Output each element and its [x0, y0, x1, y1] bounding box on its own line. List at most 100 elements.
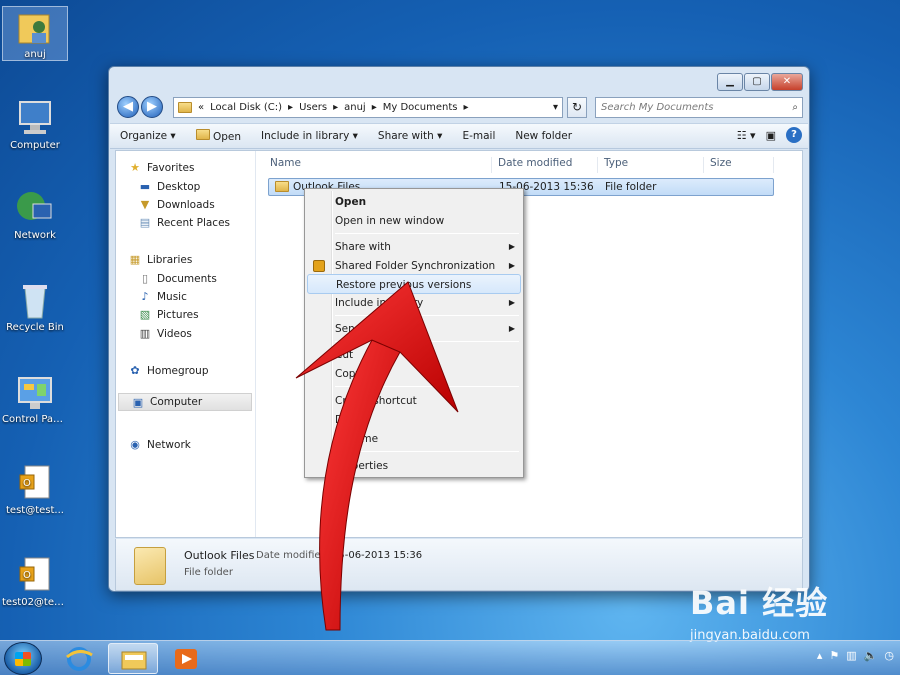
menu-separator: [335, 233, 519, 234]
outlook-data-file-icon: O: [15, 463, 55, 503]
change-view-icon[interactable]: ☷ ▾: [737, 129, 756, 142]
outlook-data-file-icon: O: [15, 555, 55, 595]
nav-downloads[interactable]: ▼ Downloads: [138, 198, 215, 211]
search-icon[interactable]: ⌕: [792, 98, 798, 117]
preview-pane-icon[interactable]: ▣: [766, 129, 776, 142]
nav-documents[interactable]: ▯ Documents: [138, 272, 217, 285]
breadcrumb-local-disk[interactable]: Local Disk (C:): [210, 102, 282, 113]
nav-homegroup[interactable]: ✿ Homegroup: [128, 364, 208, 377]
nav-recent-places[interactable]: ▤ Recent Places: [138, 216, 230, 229]
submenu-arrow-icon: ▶: [508, 242, 515, 251]
column-header-date-modified[interactable]: Date modified: [492, 157, 598, 173]
new-folder-button[interactable]: New folder: [505, 130, 582, 142]
maximize-button[interactable]: ▢: [744, 73, 770, 91]
desktop-icon-network[interactable]: Network: [2, 188, 68, 241]
nav-computer[interactable]: ▣ Computer: [118, 393, 252, 411]
taskbar-windows-explorer[interactable]: [108, 643, 158, 674]
media-player-icon: [175, 649, 197, 669]
menu-item-open[interactable]: Open: [307, 192, 521, 212]
nav-desktop[interactable]: ▬ Desktop: [138, 180, 201, 193]
address-dropdown-button[interactable]: ▾: [553, 102, 558, 113]
menu-item-send-to[interactable]: Send to ▶: [307, 319, 521, 339]
menu-item-create-shortcut[interactable]: Create shortcut: [307, 391, 521, 411]
desktop-icon-pst-file-2[interactable]: O test02@test...: [2, 555, 68, 608]
action-center-icon[interactable]: ⚑: [829, 649, 839, 662]
start-button[interactable]: [4, 642, 42, 675]
nav-network[interactable]: ◉ Network: [128, 438, 191, 451]
column-header-size[interactable]: Size: [704, 157, 774, 173]
back-button[interactable]: ◀: [117, 96, 139, 118]
desktop-icon-control-panel[interactable]: Control Panel: [2, 372, 68, 425]
menu-item-cut[interactable]: Cut: [307, 345, 521, 365]
svg-text:O: O: [23, 478, 31, 489]
folder-icon: [178, 102, 192, 113]
computer-icon: ▣: [132, 395, 144, 409]
network-status-icon[interactable]: ▥: [846, 649, 856, 662]
windows-logo-icon: [15, 652, 31, 666]
menu-item-shared-folder-sync[interactable]: Shared Folder Synchronization ▶: [307, 256, 521, 276]
refresh-button[interactable]: ↻: [567, 97, 587, 118]
forward-button[interactable]: ▶: [141, 96, 163, 118]
taskbar-media-player[interactable]: [162, 643, 212, 674]
breadcrumb-separator[interactable]: ▸: [333, 102, 338, 113]
breadcrumb-separator[interactable]: ▸: [464, 102, 469, 113]
menu-item-include-in-library[interactable]: Include in library ▶: [307, 293, 521, 313]
open-button[interactable]: Open: [186, 129, 251, 143]
nav-favorites[interactable]: ★ Favorites: [128, 161, 194, 174]
system-tray: ▴ ⚑ ▥ 🔈 ◷: [817, 649, 894, 662]
details-type: File folder: [184, 567, 233, 578]
search-input[interactable]: Search My Documents ⌕: [595, 97, 803, 118]
volume-icon[interactable]: 🔈: [864, 649, 878, 662]
videos-icon: ▥: [139, 327, 151, 340]
close-button[interactable]: ✕: [771, 73, 803, 91]
taskbar: ▴ ⚑ ▥ 🔈 ◷: [0, 640, 900, 675]
watermark-brand: Bai 经验: [690, 584, 829, 622]
menu-item-open-new-window[interactable]: Open in new window: [307, 211, 521, 231]
include-in-library-button[interactable]: Include in library ▾: [251, 130, 368, 142]
star-icon: ★: [130, 161, 140, 174]
desktop: anuj Computer Network Recycle Bin Contro…: [0, 0, 900, 675]
breadcrumb-anuj[interactable]: anuj: [344, 102, 366, 113]
breadcrumb-users[interactable]: Users: [299, 102, 327, 113]
desktop-icon: ▬: [139, 180, 151, 193]
clock-icon[interactable]: ◷: [884, 649, 894, 662]
details-date: 15-06-2013 15:36: [332, 550, 423, 561]
menu-item-delete[interactable]: Delete: [307, 410, 521, 430]
minimize-button[interactable]: ▁: [717, 73, 743, 91]
menu-item-copy[interactable]: Copy: [307, 364, 521, 384]
internet-explorer-icon: [66, 647, 93, 671]
taskbar-internet-explorer[interactable]: [54, 643, 104, 674]
email-button[interactable]: E-mail: [452, 130, 505, 142]
menu-item-share-with[interactable]: Share with ▶: [307, 237, 521, 257]
address-bar[interactable]: « Local Disk (C:) ▸ Users ▸ anuj ▸ My Do…: [173, 97, 563, 118]
recycle-bin-icon: [15, 280, 55, 320]
organize-button[interactable]: Organize ▾: [110, 130, 186, 142]
menu-item-rename[interactable]: Rename: [307, 429, 521, 449]
breadcrumb-separator[interactable]: ▸: [372, 102, 377, 113]
help-icon[interactable]: ?: [786, 127, 802, 143]
desktop-icon-pst-file-1[interactable]: O test@test...: [2, 463, 68, 516]
breadcrumb-separator[interactable]: ▸: [288, 102, 293, 113]
nav-pictures[interactable]: ▧ Pictures: [138, 308, 199, 321]
column-header-type[interactable]: Type: [598, 157, 704, 173]
nav-videos[interactable]: ▥ Videos: [138, 327, 192, 340]
documents-icon: ▯: [141, 272, 149, 285]
address-overflow[interactable]: «: [198, 102, 204, 113]
nav-libraries[interactable]: ▦ Libraries: [128, 253, 193, 266]
share-with-button[interactable]: Share with ▾: [368, 130, 453, 142]
desktop-icon-user-folder[interactable]: anuj: [2, 6, 68, 61]
desktop-icon-recycle-bin[interactable]: Recycle Bin: [2, 280, 68, 333]
downloads-icon: ▼: [140, 198, 150, 211]
nav-music[interactable]: ♪ Music: [138, 290, 186, 303]
menu-item-restore-previous-versions[interactable]: Restore previous versions: [307, 274, 521, 294]
show-hidden-icons-icon[interactable]: ▴: [817, 649, 823, 662]
menu-item-properties[interactable]: Properties: [307, 456, 521, 476]
menu-separator: [335, 451, 519, 452]
column-header-name[interactable]: Name: [264, 157, 492, 173]
desktop-icon-computer[interactable]: Computer: [2, 98, 68, 151]
homegroup-icon: ✿: [130, 364, 140, 377]
control-panel-icon: [15, 372, 55, 412]
menu-separator: [335, 386, 519, 387]
submenu-arrow-icon: ▶: [508, 261, 515, 270]
breadcrumb-my-documents[interactable]: My Documents: [383, 102, 458, 113]
